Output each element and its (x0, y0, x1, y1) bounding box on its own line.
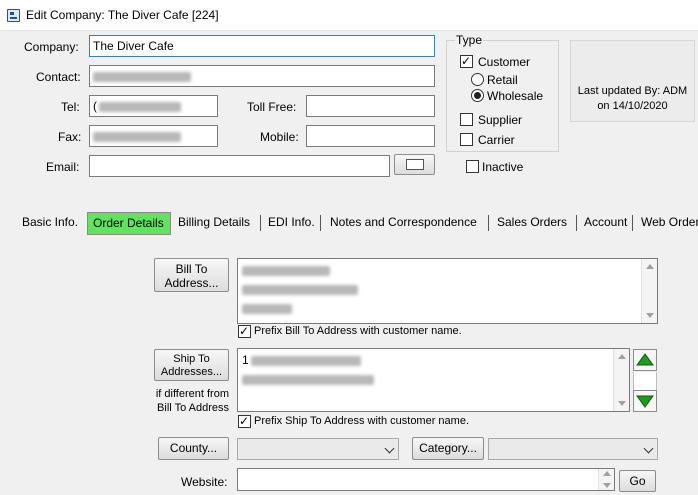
company-label: Company: (24, 40, 79, 54)
redacted-fax (93, 131, 181, 142)
company-value: The Diver Cafe (93, 39, 174, 53)
email-field[interactable] (89, 155, 390, 177)
tollfree-label: Toll Free: (247, 100, 297, 114)
redacted-tel (99, 101, 181, 112)
window-title: Edit Company: The Diver Cafe [224] (26, 8, 219, 22)
bill-to-scrollbar[interactable] (641, 259, 657, 323)
website-field[interactable] (237, 468, 615, 491)
customer-label: Customer (478, 55, 531, 69)
tab-sales-orders[interactable]: Sales Orders (493, 212, 571, 235)
ship-to-address-textarea[interactable]: 1 (237, 348, 630, 412)
wholesale-label: Wholesale (487, 89, 544, 103)
envelope-icon (406, 159, 424, 170)
supplier-label: Supplier (478, 113, 523, 127)
ship-to-scrollbar[interactable] (613, 349, 629, 411)
website-scrollbar[interactable] (598, 469, 614, 490)
green-down-arrow-icon (636, 395, 654, 408)
green-up-arrow-icon (636, 353, 654, 366)
ship-note-line1: if different from (155, 388, 229, 400)
type-group-title: Type (455, 33, 484, 47)
tab-separator (632, 215, 633, 231)
county-button[interactable]: County... (158, 437, 229, 460)
contact-field[interactable] (89, 65, 435, 87)
bill-to-address-button[interactable]: Bill To Address... (154, 258, 229, 292)
prefix-ship-label: Prefix Ship To Address with customer nam… (254, 415, 470, 427)
redacted-bill-line (242, 303, 292, 314)
mobile-field[interactable] (306, 125, 435, 147)
contact-label: Contact: (36, 70, 81, 84)
send-email-button[interactable] (394, 154, 435, 175)
go-button[interactable]: Go (619, 470, 656, 492)
email-label: Email: (46, 160, 80, 174)
ship-to-button-line2: Addresses... (160, 366, 223, 378)
scroll-down-icon[interactable] (614, 395, 629, 411)
tab-separator (320, 215, 321, 231)
mobile-label: Mobile: (260, 130, 299, 144)
company-field[interactable]: The Diver Cafe (89, 35, 435, 57)
bill-to-address-textarea[interactable] (237, 258, 658, 324)
redacted-ship-line (242, 374, 374, 385)
ship-to-addresses-button[interactable]: Ship To Addresses... (154, 349, 229, 381)
prefix-bill-label: Prefix Bill To Address with customer nam… (254, 325, 462, 337)
tab-notes[interactable]: Notes and Correspondence (326, 212, 481, 235)
tab-account[interactable]: Account (580, 212, 631, 235)
category-button[interactable]: Category... (412, 437, 484, 460)
tel-field[interactable]: ( (89, 95, 218, 117)
last-updated-date: on 14/10/2020 (597, 100, 668, 112)
tab-basic-info[interactable]: Basic Info. (18, 212, 82, 235)
inactive-label: Inactive (482, 160, 524, 174)
tab-web-order[interactable]: Web Order (637, 212, 698, 235)
chevron-down-icon (643, 443, 654, 454)
ship-to-first-char: 1 (242, 353, 249, 367)
category-dropdown[interactable] (488, 438, 658, 460)
prefix-ship-checkbox[interactable] (238, 413, 251, 429)
tab-separator (576, 215, 577, 231)
county-dropdown[interactable] (237, 438, 399, 460)
ship-to-button-line1: Ship To (173, 353, 210, 365)
redacted-bill-line (242, 284, 358, 295)
move-up-button[interactable] (633, 349, 657, 371)
retail-radio[interactable] (471, 73, 484, 86)
scroll-up-icon[interactable] (599, 469, 614, 476)
tab-separator (260, 215, 261, 231)
bill-to-button-line2: Address... (164, 276, 219, 290)
move-down-button[interactable] (633, 390, 657, 412)
scroll-down-icon[interactable] (642, 307, 657, 323)
chevron-down-icon (384, 443, 395, 454)
tab-separator (488, 215, 489, 231)
bill-to-button-line1: Bill To (175, 262, 208, 276)
website-label: Website: (181, 475, 228, 489)
tab-billing-details[interactable]: Billing Details (174, 212, 254, 235)
last-updated-by: Last updated By: ADM (577, 85, 688, 97)
tab-edi-info[interactable]: EDI Info. (264, 212, 319, 235)
prefix-bill-checkbox[interactable] (238, 323, 251, 339)
redacted-ship-line (250, 355, 361, 366)
supplier-checkbox[interactable] (460, 113, 473, 126)
wholesale-radio[interactable] (471, 89, 484, 102)
inactive-checkbox[interactable] (466, 160, 479, 173)
retail-label: Retail (487, 73, 518, 87)
app-window-icon (7, 9, 20, 22)
scroll-up-icon[interactable] (642, 259, 657, 275)
fax-label: Fax: (58, 130, 82, 144)
move-buttons-gap (633, 372, 657, 390)
redacted-bill-line (242, 265, 330, 276)
redacted-contact (93, 71, 191, 82)
ship-note-line2: Bill To Address (157, 402, 229, 414)
carrier-label: Carrier (478, 133, 515, 147)
tollfree-field[interactable] (306, 95, 435, 117)
carrier-checkbox[interactable] (460, 133, 473, 146)
customer-checkbox[interactable] (460, 53, 473, 69)
fax-field[interactable] (89, 125, 218, 147)
scroll-up-icon[interactable] (614, 349, 629, 365)
tel-prefix: ( (93, 99, 97, 113)
tab-order-details[interactable]: Order Details (87, 212, 171, 235)
last-updated-panel: Last updated By: ADM on 14/10/2020 (570, 40, 695, 122)
tel-label: Tel: (61, 100, 80, 114)
scroll-down-icon[interactable] (599, 477, 614, 488)
title-bar: Edit Company: The Diver Cafe [224] (0, 0, 698, 31)
